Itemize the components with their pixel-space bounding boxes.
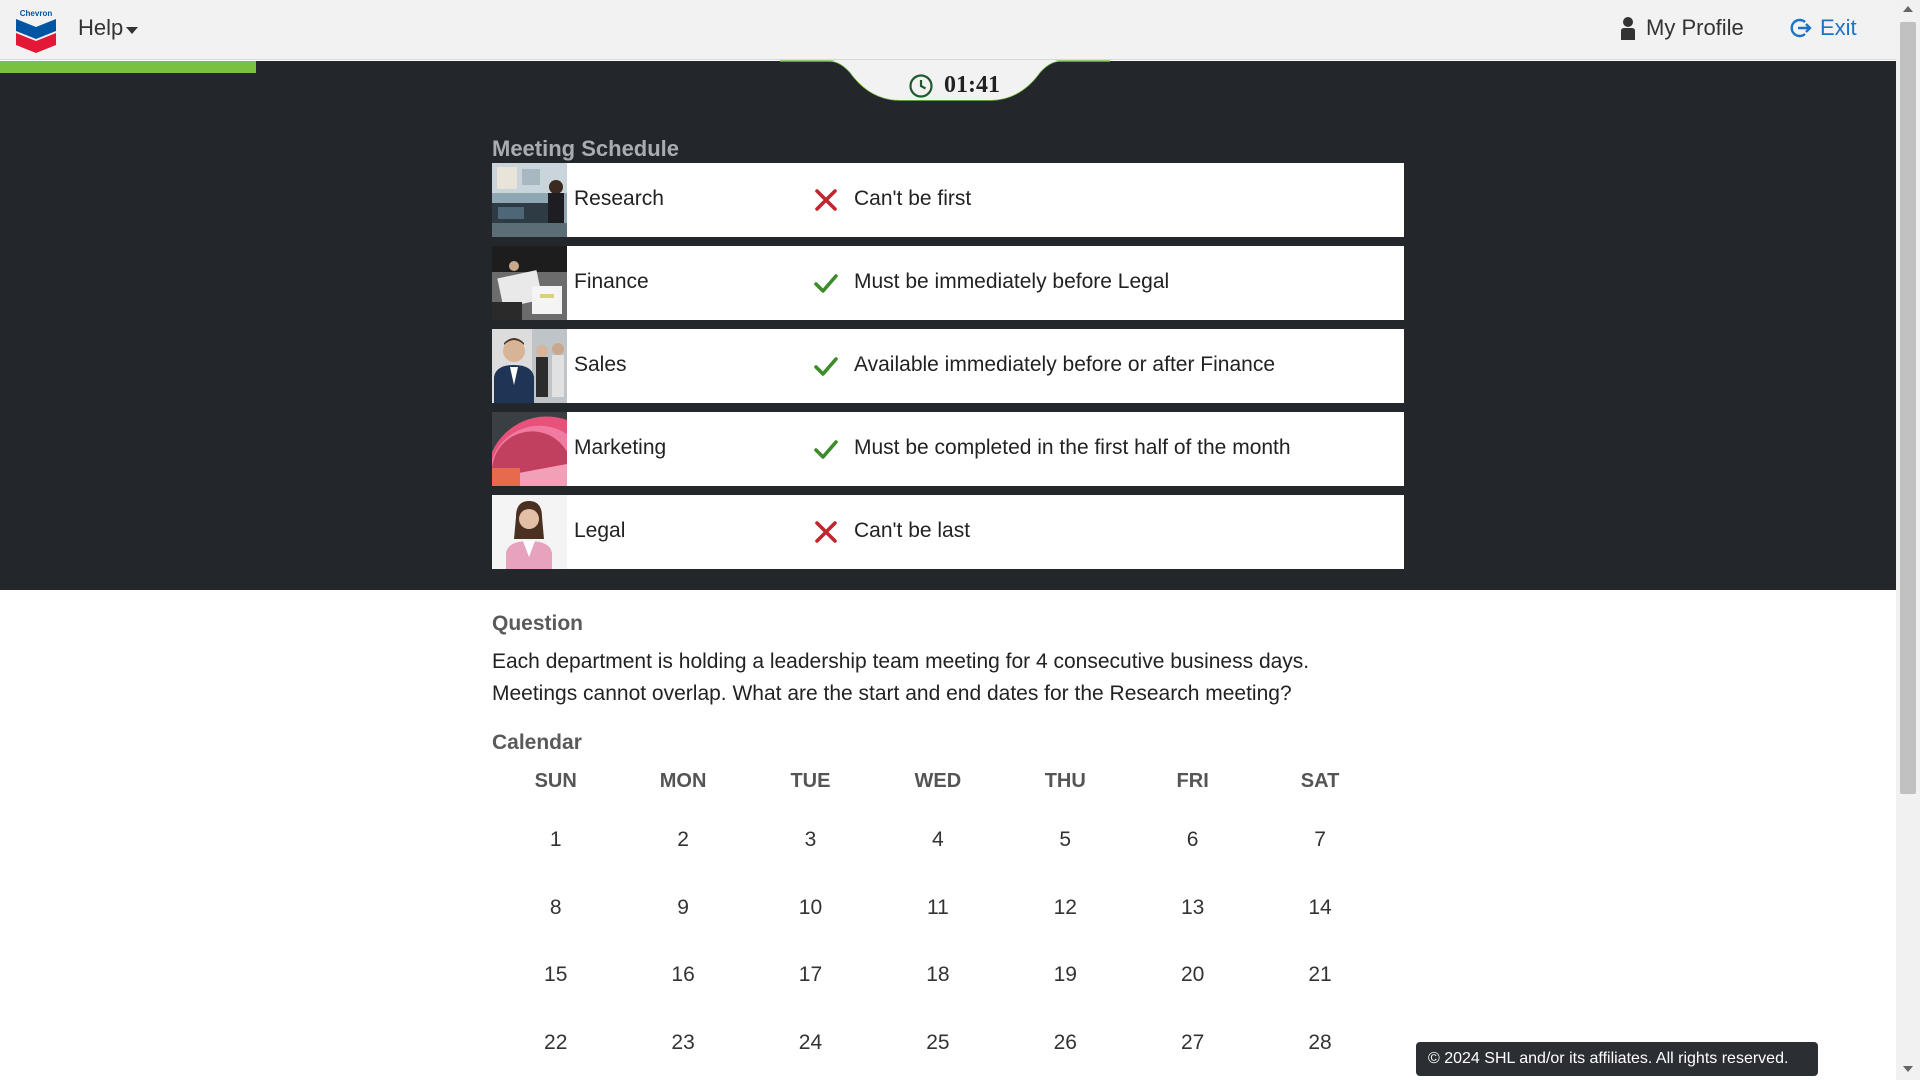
user-icon (1621, 17, 1635, 40)
scroll-up-arrow-icon[interactable] (1903, 6, 1913, 12)
rule-text: Must be immediately before Legal (854, 270, 1170, 293)
my-profile-label: My Profile (1646, 15, 1744, 40)
dept-label: Marketing (574, 436, 667, 459)
finance-photo (492, 246, 567, 320)
timer-value: 01:41 (944, 72, 1000, 98)
check-icon (814, 357, 838, 376)
calendar-date[interactable]: 3 (747, 828, 874, 896)
calendar-date[interactable]: 18 (874, 963, 1001, 1031)
calendar-heading: Calendar (492, 731, 582, 754)
check-icon (814, 440, 838, 459)
countdown-timer: 01:41 (908, 72, 1000, 99)
my-profile-link[interactable]: My Profile (1620, 15, 1744, 41)
calendar-date[interactable]: 20 (1129, 963, 1256, 1031)
vertical-scrollbar[interactable] (1896, 0, 1920, 1080)
calendar: SUN MON TUE WED THU FRI SAT 1 2 3 4 5 6 … (492, 770, 1384, 1080)
rule-text: Can't be last (854, 519, 971, 542)
calendar-date[interactable]: 4 (874, 828, 1001, 896)
chevron-logo: Chevron (16, 9, 56, 53)
weekday-label: SUN (534, 770, 577, 792)
calendar-date[interactable]: 7 (1256, 828, 1383, 896)
calendar-date[interactable]: 14 (1256, 896, 1383, 964)
calendar-date[interactable]: 9 (619, 896, 746, 964)
dept-label: Research (574, 187, 664, 210)
help-menu[interactable]: Help (78, 15, 139, 41)
help-label: Help (78, 15, 124, 40)
schedule-row-marketing: Marketing Must be completed in the first… (492, 412, 1404, 486)
calendar-date[interactable]: 10 (747, 896, 874, 964)
calendar-date[interactable]: 21 (1256, 963, 1383, 1031)
weekday-label: SAT (1300, 770, 1340, 792)
question-line-1: Each department is holding a leadership … (492, 650, 1310, 673)
schedule-row-finance: Finance Must be immediately before Legal (492, 246, 1404, 320)
calendar-date[interactable]: 15 (492, 963, 619, 1031)
rule-text: Can't be first (854, 187, 972, 210)
sales-photo (492, 329, 567, 403)
caret-down-icon (126, 26, 139, 34)
top-header: Chevron Help My Profile Exit (0, 0, 1896, 60)
dept-label: Finance (574, 270, 649, 293)
calendar-date[interactable]: 11 (874, 896, 1001, 964)
logo-text: Chevron (20, 9, 53, 18)
schedule-row-sales: Sales Available immediately before or af… (492, 329, 1404, 403)
weekday-label: THU (1044, 770, 1086, 792)
calendar-dates: 1 2 3 4 5 6 7 8 9 10 11 12 13 14 15 16 1… (492, 828, 1384, 1080)
calendar-date[interactable]: 12 (1002, 896, 1129, 964)
weekday-label: MON (659, 770, 707, 792)
calendar-date[interactable]: 2 (619, 828, 746, 896)
scroll-thumb[interactable] (1900, 22, 1916, 794)
calendar-date[interactable]: 22 (492, 1031, 619, 1080)
question-line-2: Meetings cannot overlap. What are the st… (492, 682, 1292, 705)
calendar-date[interactable]: 24 (747, 1031, 874, 1080)
calendar-date[interactable]: 23 (619, 1031, 746, 1080)
rule-text: Must be completed in the first half of t… (854, 436, 1291, 459)
calendar-date[interactable]: 25 (874, 1031, 1001, 1080)
question-heading: Question (492, 612, 584, 635)
weekday-label: WED (914, 770, 962, 792)
exit-label: Exit (1820, 15, 1857, 40)
check-icon (814, 274, 838, 293)
research-photo (492, 163, 567, 237)
calendar-date[interactable]: 6 (1129, 828, 1256, 896)
dept-label: Sales (574, 353, 627, 376)
schedule-row-legal: Legal Can't be last (492, 495, 1404, 569)
schedule-row-research: Research Can't be first (492, 163, 1404, 237)
clock-icon (909, 73, 933, 98)
legal-photo (492, 495, 567, 569)
weekday-label: TUE (790, 770, 831, 792)
calendar-date[interactable]: 5 (1002, 828, 1129, 896)
question-text: Each department is holding a leadership … (492, 646, 1392, 710)
weekday-label: FRI (1176, 770, 1209, 792)
calendar-date[interactable]: 16 (619, 963, 746, 1031)
calendar-date[interactable]: 28 (1256, 1031, 1383, 1080)
calendar-date[interactable]: 17 (747, 963, 874, 1031)
cross-icon (815, 189, 837, 211)
calendar-date[interactable]: 1 (492, 828, 619, 896)
calendar-date[interactable]: 26 (1002, 1031, 1129, 1080)
calendar-date[interactable]: 13 (1129, 896, 1256, 964)
schedule-list: Research Can't be first Finance Must be … (492, 163, 1404, 578)
marketing-photo (492, 412, 567, 486)
calendar-date[interactable]: 19 (1002, 963, 1129, 1031)
scroll-down-arrow-icon[interactable] (1903, 1066, 1913, 1072)
cross-icon (815, 521, 837, 543)
progress-fill (0, 61, 256, 73)
calendar-date[interactable]: 8 (492, 896, 619, 964)
calendar-date[interactable]: 27 (1129, 1031, 1256, 1080)
exit-link[interactable]: Exit (1790, 15, 1857, 41)
dept-label: Legal (574, 519, 626, 542)
schedule-title: Meeting Schedule (492, 136, 680, 161)
copyright-notice: © 2024 SHL and/or its affiliates. All ri… (1416, 1042, 1818, 1076)
calendar-weekday-header: SUN MON TUE WED THU FRI SAT (492, 770, 1384, 804)
rule-text: Available immediately before or after Fi… (854, 353, 1275, 376)
exit-icon (1790, 18, 1812, 38)
